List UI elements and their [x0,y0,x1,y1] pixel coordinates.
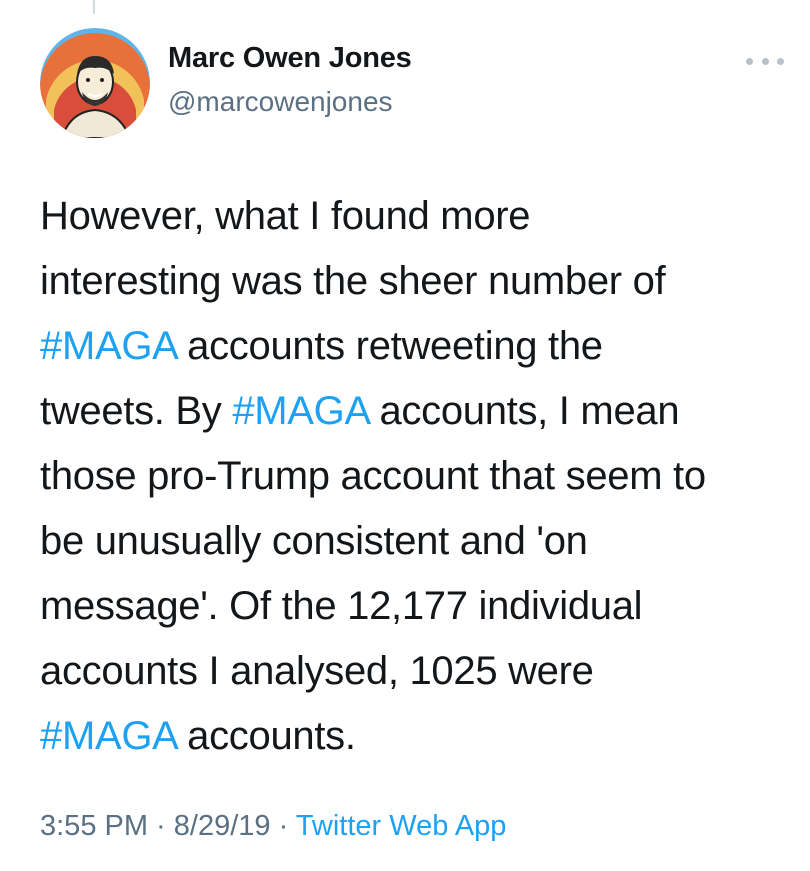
dot-icon [777,57,784,65]
hashtag-link[interactable]: #MAGA [232,389,369,433]
hashtag-link[interactable]: #MAGA [40,324,177,368]
tweet-text-segment: However, what I found more [40,194,531,238]
tweet-time[interactable]: 3:55 PM [40,810,148,842]
tweet-line: accounts I analysed, 1025 were [40,639,795,704]
more-options-icon[interactable] [746,54,784,68]
tweet-line: message'. Of the 12,177 individual [40,574,795,639]
tweet-line: those pro-Trump account that seem to [40,444,795,509]
tweet-line: interesting was the sheer number of [40,249,795,314]
tweet-text-segment: be unusually consistent and 'on [40,519,588,563]
avatar[interactable] [40,28,150,138]
tweet-source-link[interactable]: Twitter Web App [296,810,507,842]
dot-icon [746,57,753,65]
author-name[interactable]: Marc Owen Jones [168,42,412,75]
dot-icon [761,57,769,65]
tweet-text-segment: accounts. [176,714,356,758]
tweet-line: be unusually consistent and 'on [40,509,795,574]
tweet-text-segment: tweets. By [40,389,233,433]
tweet-metadata: 3:55 PM · 8/29/19 · Twitter Web App [40,810,506,843]
tweet-text-segment: accounts retweeting the [176,324,603,368]
tweet-text-segment: accounts I analysed, 1025 were [40,649,594,693]
tweet-line: tweets. By #MAGA accounts, I mean [40,379,795,444]
tweet-text: However, what I found more interesting w… [40,184,795,769]
tweet-text-segment: interesting was the sheer number of [40,259,666,303]
tweet-text-segment: those pro-Trump account that seem to [40,454,706,498]
tweet-line: #MAGA accounts. [40,704,795,769]
thread-connector-line [93,0,95,14]
author-handle[interactable]: @marcowenjones [168,86,393,118]
tweet-line: #MAGA accounts retweeting the [40,314,795,379]
tweet-text-segment: message'. Of the 12,177 individual [40,584,643,628]
meta-separator: · [148,810,174,842]
tweet-date[interactable]: 8/29/19 [174,810,271,842]
meta-separator: · [270,810,296,842]
tweet-text-segment: accounts, I mean [368,389,680,433]
avatar-illustration [40,28,150,138]
hashtag-link[interactable]: #MAGA [40,714,177,758]
tweet-line: However, what I found more [40,184,795,249]
